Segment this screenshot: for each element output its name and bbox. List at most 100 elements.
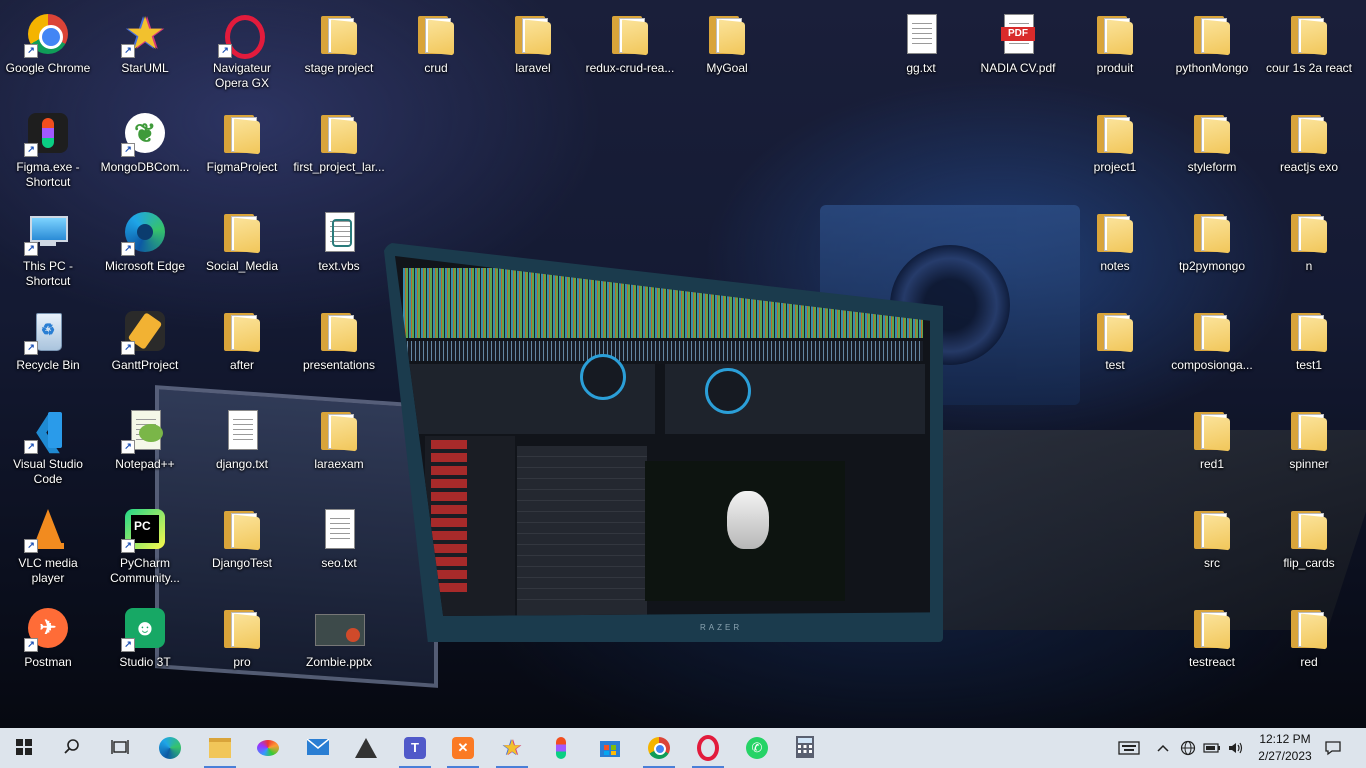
desktop-icon-redux-crud-rea[interactable]: redux-crud-rea...	[582, 4, 678, 100]
desktop-icon-red[interactable]: red	[1261, 598, 1357, 694]
vlc-icon: ↗	[24, 505, 72, 553]
desktop-icon-pythonmongo[interactable]: pythonMongo	[1164, 4, 1260, 100]
desktop-icon-studio-3t[interactable]: ☻ ↗ Studio 3T	[97, 598, 193, 694]
desktop-icon-zombie-pptx[interactable]: Zombie.pptx	[291, 598, 387, 694]
desktop-icon-styleform[interactable]: styleform	[1164, 103, 1260, 199]
desktop-icon-testreact[interactable]: testreact	[1164, 598, 1260, 694]
show-hidden-icons-chevron-icon[interactable]	[1152, 728, 1174, 768]
taskbar-xampp-button[interactable]: ✕	[441, 728, 485, 768]
desktop-icon-src[interactable]: src	[1164, 499, 1260, 595]
desktop-icon-google-chrome[interactable]: ↗ Google Chrome	[0, 4, 96, 100]
taskbar-figma-button[interactable]	[539, 728, 583, 768]
desktop-icon-pycharm-community[interactable]: PC ↗ PyCharm Community...	[97, 499, 193, 595]
desktop-icon-django-txt[interactable]: django.txt	[194, 400, 290, 496]
folder-icon	[315, 109, 363, 157]
desktop-icon-postman[interactable]: ✈ ↗ Postman	[0, 598, 96, 694]
volume-icon[interactable]	[1225, 728, 1247, 768]
desktop-icon-label: seo.txt	[321, 556, 357, 570]
desktop-icon-notepad[interactable]: ↗ Notepad++	[97, 400, 193, 496]
desktop-icon-visual-studio-code[interactable]: ❮↗ Visual Studio Code	[0, 400, 96, 496]
desktop-icon-seo-txt[interactable]: seo.txt	[291, 499, 387, 595]
wallpaper-laptop-logo: RAZER	[700, 623, 743, 632]
desktop-icon-red1[interactable]: red1	[1164, 400, 1260, 496]
folder-icon	[1285, 109, 1333, 157]
desktop-icon-staruml[interactable]: ★ ↗ StarUML	[97, 4, 193, 100]
taskbar-inkscape-button[interactable]	[344, 728, 388, 768]
desktop-icon-produit[interactable]: produit	[1067, 4, 1163, 100]
desktop-icon-test1[interactable]: test1	[1261, 301, 1357, 397]
desktop-icon-figma-exe-shortcut[interactable]: ↗ Figma.exe - Shortcut	[0, 103, 96, 199]
desktop-icon-label: FigmaProject	[206, 160, 278, 174]
shortcut-arrow-icon: ↗	[24, 539, 38, 553]
desktop-icon-gg-txt[interactable]: gg.txt	[873, 4, 969, 100]
desktop-icon-after[interactable]: after	[194, 301, 290, 397]
desktop-icon-presentations[interactable]: presentations	[291, 301, 387, 397]
touch-keyboard-icon[interactable]	[1112, 728, 1146, 768]
desktop-icon-tp2pymongo[interactable]: tp2pymongo	[1164, 202, 1260, 298]
desktop-icon-reactjs-exo[interactable]: reactjs exo	[1261, 103, 1357, 199]
taskbar-windows-start-button[interactable]	[2, 728, 46, 768]
taskbar-edge-button[interactable]	[148, 728, 192, 768]
text-file-icon	[315, 505, 363, 553]
desktop-icon-mygoal[interactable]: MyGoal	[679, 4, 775, 100]
desktop-icon-nadia-cv-pdf[interactable]: PDF NADIA CV.pdf	[970, 4, 1066, 100]
desktop-icon-label: notes	[1100, 259, 1130, 273]
desktop-icon-social-media[interactable]: Social_Media	[194, 202, 290, 298]
pycharm-icon: PC ↗	[121, 505, 169, 553]
notifications-icon[interactable]	[1320, 728, 1346, 768]
taskbar-microsoft-store-button[interactable]	[588, 728, 632, 768]
desktop-icon-label: Microsoft Edge	[104, 259, 186, 273]
taskbar-chrome-button[interactable]	[637, 728, 681, 768]
battery-icon[interactable]	[1201, 728, 1223, 768]
desktop-icon-navigateur-opera-gx[interactable]: ↗ Navigateur Opera GX	[194, 4, 290, 100]
desktop-icon-pro[interactable]: pro	[194, 598, 290, 694]
desktop-icon-flip-cards[interactable]: flip_cards	[1261, 499, 1357, 595]
taskbar-whatsapp-button[interactable]: ✆	[735, 728, 779, 768]
taskbar-teams-button[interactable]: T	[393, 728, 437, 768]
desktop-icon-recycle-bin[interactable]: ♻ ↗ Recycle Bin	[0, 301, 96, 397]
taskbar-staruml-button[interactable]: ★	[490, 728, 534, 768]
desktop-icon-figmaproject[interactable]: FigmaProject	[194, 103, 290, 199]
taskbar-paint-button[interactable]	[246, 728, 290, 768]
desktop-icon-microsoft-edge[interactable]: ↗ Microsoft Edge	[97, 202, 193, 298]
wallpaper-jog-left	[580, 354, 626, 400]
desktop-icon-label: MongoDBCom...	[100, 160, 190, 174]
desktop-icon-laraexam[interactable]: laraexam	[291, 400, 387, 496]
folder-icon	[1091, 10, 1139, 58]
shortcut-arrow-icon: ↗	[121, 440, 135, 454]
desktop-icon-ganttproject[interactable]: ↗ GanttProject	[97, 301, 193, 397]
taskbar-search-button[interactable]	[50, 728, 94, 768]
desktop-icon-stage-project[interactable]: stage project	[291, 4, 387, 100]
taskbar-opera-button[interactable]	[686, 728, 730, 768]
folder-icon	[1285, 505, 1333, 553]
desktop-icon-n[interactable]: n	[1261, 202, 1357, 298]
folder-icon	[218, 109, 266, 157]
desktop-icon-composionga[interactable]: composionga...	[1164, 301, 1260, 397]
taskbar-task-view-button[interactable]	[98, 728, 142, 768]
desktop-icon-spinner[interactable]: spinner	[1261, 400, 1357, 496]
network-globe-icon[interactable]	[1177, 728, 1199, 768]
desktop-icon-mongodbcom[interactable]: ❦ ↗ MongoDBCom...	[97, 103, 193, 199]
taskbar: T ✕ ★ ✆ 12:12 PM 2/27/2023	[0, 728, 1366, 768]
taskbar-file-explorer-button[interactable]	[198, 728, 242, 768]
desktop-icon-vlc-media-player[interactable]: ↗ VLC media player	[0, 499, 96, 595]
desktop-icon-label: n	[1305, 259, 1313, 273]
taskbar-mail-button[interactable]	[296, 728, 340, 768]
desktop-icon-label: MyGoal	[706, 61, 748, 75]
taskbar-calculator-button[interactable]	[783, 728, 827, 768]
desktop-icon-cour-1s-2a-react[interactable]: cour 1s 2a react	[1261, 4, 1357, 100]
desktop-icon-text-vbs[interactable]: text.vbs	[291, 202, 387, 298]
desktop-icon-label: Figma.exe - Shortcut	[16, 160, 80, 189]
desktop-icon-project1[interactable]: project1	[1067, 103, 1163, 199]
desktop-icon-test[interactable]: test	[1067, 301, 1163, 397]
desktop-icon-laravel[interactable]: laravel	[485, 4, 581, 100]
folder-icon	[1188, 109, 1236, 157]
desktop-icon-notes[interactable]: notes	[1067, 202, 1163, 298]
desktop-icon-this-pc-shortcut[interactable]: ↗ This PC - Shortcut	[0, 202, 96, 298]
desktop-icon-djangotest[interactable]: DjangoTest	[194, 499, 290, 595]
desktop-icon-first-project-lar[interactable]: first_project_lar...	[291, 103, 387, 199]
taskbar-clock[interactable]: 12:12 PM 2/27/2023	[1250, 731, 1320, 765]
desktop-icon-crud[interactable]: crud	[388, 4, 484, 100]
desktop-icon-label: Studio 3T	[119, 655, 171, 669]
desktop-icon-label: Navigateur Opera GX	[212, 61, 272, 90]
